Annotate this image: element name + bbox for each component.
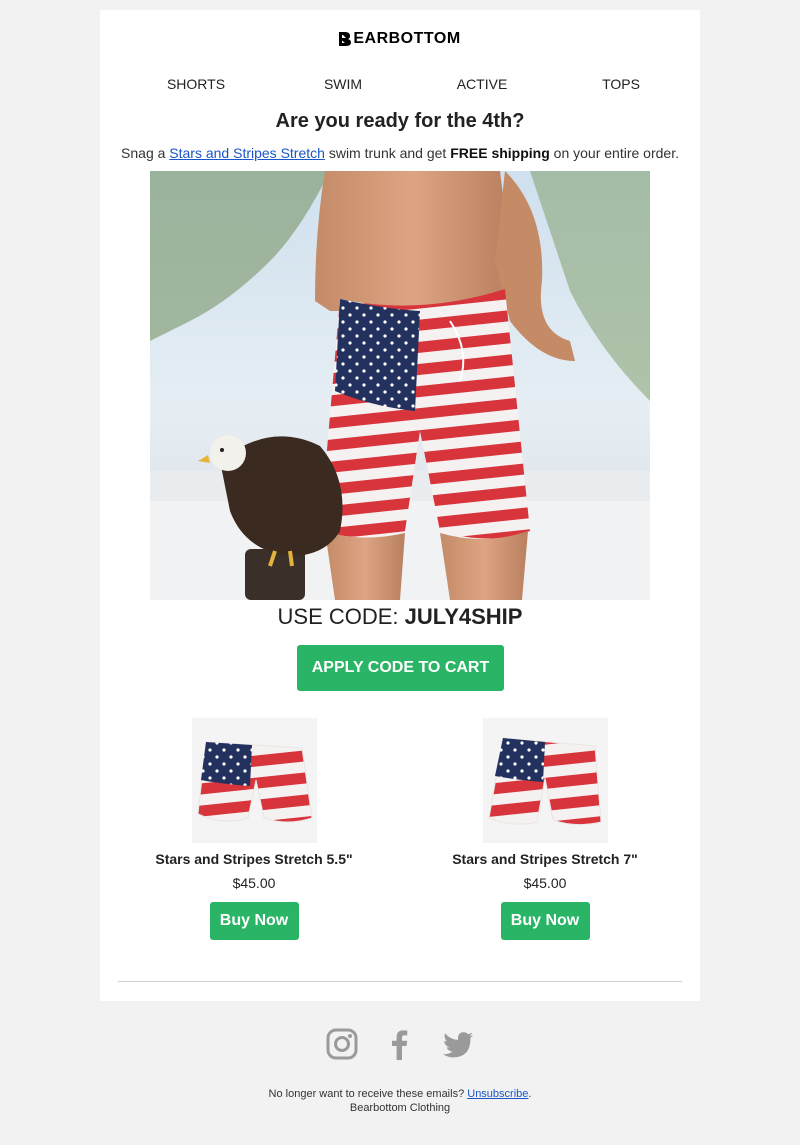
- unsubscribe-line: No longer want to receive these emails? …: [0, 1088, 800, 1100]
- product-card: Stars and Stripes Stretch 5.5" $45.00 Bu…: [124, 718, 384, 940]
- apply-code-button[interactable]: APPLY CODE TO CART: [297, 645, 504, 691]
- hero-image[interactable]: [150, 171, 650, 600]
- product-image[interactable]: [482, 718, 608, 843]
- unsubscribe-prefix: No longer want to receive these emails?: [268, 1088, 468, 1100]
- product-image[interactable]: [191, 718, 317, 843]
- product-price: $45.00: [523, 875, 567, 891]
- subline-suffix: on your entire order.: [549, 145, 679, 161]
- top-nav: SHORTS SWIM ACTIVE TOPS: [100, 76, 700, 96]
- facebook-icon[interactable]: [384, 1028, 416, 1060]
- promo-code-value: JULY4SHIP: [404, 604, 523, 629]
- product-link[interactable]: Stars and Stripes Stretch: [169, 145, 325, 161]
- email-card: EARBOTTOM SHORTS SWIM ACTIVE TOPS Are yo…: [100, 10, 700, 1001]
- bear-logo-icon: [339, 32, 352, 46]
- buy-now-button[interactable]: Buy Now: [500, 902, 590, 940]
- hero-photo-illustration: [150, 171, 650, 600]
- divider: [118, 981, 682, 982]
- free-shipping-text: FREE shipping: [450, 145, 550, 161]
- shorts-illustration: [482, 718, 608, 843]
- company-name: Bearbottom Clothing: [349, 1102, 451, 1114]
- unsubscribe-suffix: .: [528, 1088, 532, 1100]
- subline-prefix: Snag a: [121, 145, 170, 161]
- product-name[interactable]: Stars and Stripes Stretch 7": [415, 851, 675, 867]
- product-name[interactable]: Stars and Stripes Stretch 5.5": [124, 851, 384, 867]
- product-card: Stars and Stripes Stretch 7" $45.00 Buy …: [415, 718, 675, 940]
- promo-subline: Snag a Stars and Stripes Stretch swim tr…: [100, 145, 700, 161]
- twitter-icon[interactable]: [442, 1028, 474, 1060]
- instagram-icon[interactable]: [326, 1028, 358, 1060]
- social-links: [0, 1028, 800, 1060]
- nav-item-active[interactable]: ACTIVE: [457, 76, 508, 92]
- promo-code-label: USE CODE:: [277, 604, 405, 629]
- logo-text: EARBOTTOM: [353, 30, 461, 47]
- unsubscribe-link[interactable]: Unsubscribe: [467, 1088, 528, 1100]
- shorts-illustration: [191, 718, 317, 843]
- promo-headline: Are you ready for the 4th?: [275, 110, 525, 132]
- nav-item-shorts[interactable]: SHORTS: [167, 76, 225, 92]
- nav-item-swim[interactable]: SWIM: [324, 76, 362, 92]
- brand-logo[interactable]: EARBOTTOM: [100, 30, 700, 51]
- promo-code: USE CODE: JULY4SHIP: [100, 604, 700, 630]
- nav-item-tops[interactable]: TOPS: [602, 76, 640, 92]
- subline-middle: swim trunk and get: [324, 145, 451, 161]
- buy-now-button[interactable]: Buy Now: [209, 902, 299, 940]
- product-price: $45.00: [232, 875, 276, 891]
